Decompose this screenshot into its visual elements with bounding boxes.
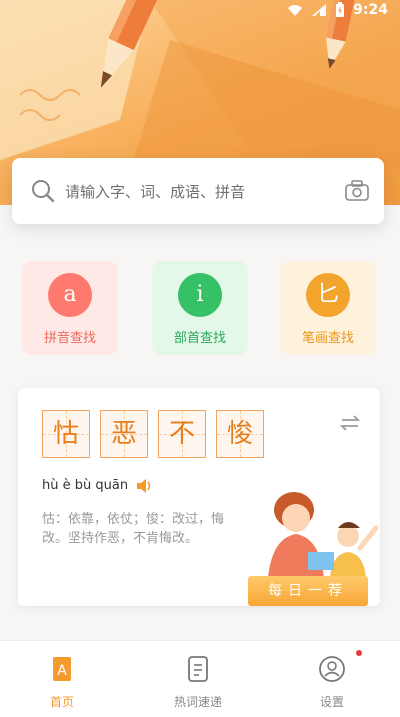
hot-words-list-icon bbox=[188, 656, 208, 682]
signal-icon bbox=[312, 4, 327, 16]
speaker-icon[interactable] bbox=[136, 478, 154, 494]
search-input[interactable]: 请输入字、词、成语、拼音 bbox=[65, 181, 245, 202]
radical-lookup-button[interactable]: i 部首查找 bbox=[152, 261, 248, 355]
pinyin-icon: a bbox=[48, 273, 92, 317]
daily-recommendation-card[interactable]: 怙 恶 不 悛 hù è bù quān 怙：依靠，依仗；悛：改过，悔改。坚持作… bbox=[18, 388, 380, 606]
idiom-char-2: 恶 bbox=[100, 410, 148, 458]
battery-charging-icon bbox=[336, 2, 345, 17]
radical-icon: i bbox=[178, 273, 222, 317]
status-bar: 9:24 bbox=[0, 0, 400, 22]
status-time: 9:24 bbox=[353, 2, 388, 18]
idiom-char-4: 悛 bbox=[216, 410, 264, 458]
tab-hot-words-label: 热词速递 bbox=[173, 695, 222, 709]
user-settings-icon bbox=[319, 656, 345, 682]
stroke-lookup-button[interactable]: 匕 笔画查找 bbox=[280, 261, 376, 355]
radical-lookup-label: 部首查找 bbox=[173, 331, 226, 346]
stroke-lookup-label: 笔画查找 bbox=[301, 331, 354, 346]
swap-icon[interactable] bbox=[339, 412, 361, 434]
camera-icon[interactable] bbox=[344, 180, 370, 202]
pinyin-lookup-label: 拼音查找 bbox=[43, 331, 96, 346]
daily-badge: 每日一荐 bbox=[248, 576, 368, 606]
tab-settings-label: 设置 bbox=[319, 695, 344, 709]
home-book-icon: A bbox=[53, 657, 71, 681]
notification-dot bbox=[356, 650, 362, 656]
search-bar[interactable]: 请输入字、词、成语、拼音 bbox=[12, 158, 384, 224]
tab-home-label: 首页 bbox=[49, 695, 74, 709]
wifi-icon bbox=[288, 5, 303, 16]
idiom-char-1: 怙 bbox=[42, 410, 90, 458]
idiom-char-3: 不 bbox=[158, 410, 206, 458]
idiom-meaning: 怙：依靠，依仗；悛：改过，悔改。坚持作恶，不肯悔改。 bbox=[42, 512, 225, 546]
svg-text:A: A bbox=[57, 663, 67, 679]
bottom-tab-bar: A 首页 热词速递 设置 bbox=[0, 640, 400, 717]
tab-hot-words[interactable]: 热词速递 bbox=[158, 655, 238, 710]
lookup-options: a 拼音查找 i 部首查找 匕 笔画查找 bbox=[22, 261, 378, 355]
stroke-icon: 匕 bbox=[306, 273, 350, 317]
tab-home[interactable]: A 首页 bbox=[22, 655, 102, 710]
pinyin-lookup-button[interactable]: a 拼音查找 bbox=[22, 261, 118, 355]
search-icon bbox=[32, 180, 55, 203]
idiom-pinyin: hù è bù quān bbox=[42, 478, 129, 493]
tab-settings[interactable]: 设置 bbox=[292, 655, 372, 710]
